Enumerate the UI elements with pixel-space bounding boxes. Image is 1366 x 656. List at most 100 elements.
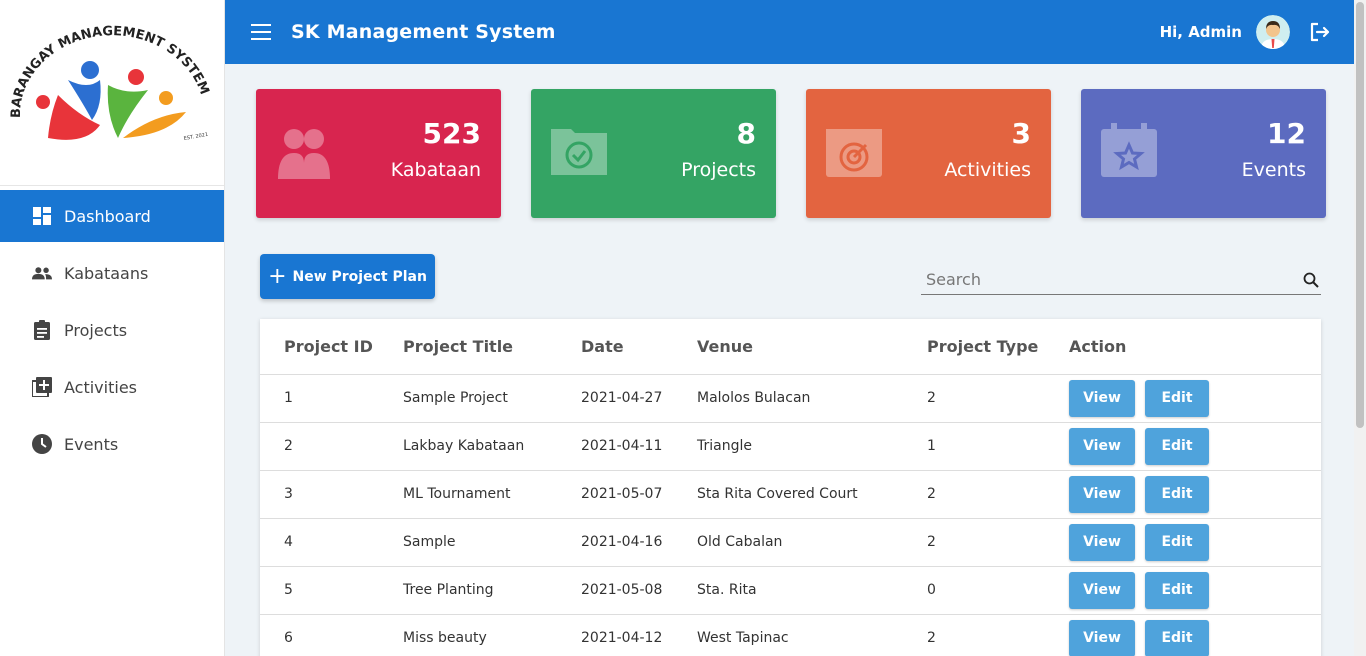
logo-subtext: EST. 2021 bbox=[183, 132, 208, 142]
cell-date: 2021-04-16 bbox=[581, 518, 697, 567]
user-greeting: Hi, Admin bbox=[1159, 23, 1242, 41]
table-row: 5 Tree Planting 2021-05-08 Sta. Rita 0 V… bbox=[260, 566, 1321, 615]
search-icon[interactable] bbox=[1303, 272, 1319, 288]
add-box-icon bbox=[32, 377, 52, 397]
edit-button[interactable]: Edit bbox=[1145, 379, 1209, 417]
card-value: 8 bbox=[736, 117, 756, 150]
cell-venue: Sta Rita Covered Court bbox=[697, 470, 927, 519]
view-button[interactable]: View bbox=[1069, 475, 1135, 513]
barangay-logo: BARANGAY MANAGEMENT SYSTEM EST. 2021 bbox=[9, 24, 212, 142]
cell-project-type: 2 bbox=[927, 470, 1069, 519]
stat-card-kabataan[interactable]: 523 Kabataan bbox=[256, 89, 501, 218]
sidebar-item-dashboard[interactable]: Dashboard bbox=[0, 190, 224, 242]
sidebar-item-projects[interactable]: Projects bbox=[0, 304, 224, 356]
stat-card-activities[interactable]: 3 Activities bbox=[806, 89, 1051, 218]
view-button[interactable]: View bbox=[1069, 571, 1135, 609]
plus-icon: + bbox=[268, 263, 287, 289]
cell-project-title: Tree Planting bbox=[403, 566, 581, 615]
new-project-plan-label: New Project Plan bbox=[292, 268, 427, 285]
sidebar: BARANGAY MANAGEMENT SYSTEM EST. 2021 Das… bbox=[0, 0, 225, 656]
cell-project-title: ML Tournament bbox=[403, 470, 581, 519]
cell-project-id: 2 bbox=[260, 422, 403, 471]
search-box bbox=[921, 264, 1321, 295]
cell-venue: Sta. Rita bbox=[697, 566, 927, 615]
cell-date: 2021-05-08 bbox=[581, 566, 697, 615]
table-row: 6 Miss beauty 2021-04-12 West Tapinac 2 … bbox=[260, 614, 1321, 656]
edit-button[interactable]: Edit bbox=[1145, 427, 1209, 465]
cell-project-type: 2 bbox=[927, 614, 1069, 656]
new-project-plan-button[interactable]: + New Project Plan bbox=[260, 254, 435, 299]
cell-venue: Old Cabalan bbox=[697, 518, 927, 567]
edit-button[interactable]: Edit bbox=[1145, 523, 1209, 561]
cell-action: View Edit bbox=[1069, 374, 1321, 423]
cell-venue: West Tapinac bbox=[697, 614, 927, 656]
edit-button[interactable]: Edit bbox=[1145, 475, 1209, 513]
cell-project-title: Lakbay Kabataan bbox=[403, 422, 581, 471]
stat-card-projects[interactable]: 8 Projects bbox=[531, 89, 776, 218]
view-button[interactable]: View bbox=[1069, 379, 1135, 417]
column-header-project-title: Project Title bbox=[403, 319, 581, 375]
table-row: 3 ML Tournament 2021-05-07 Sta Rita Cove… bbox=[260, 470, 1321, 519]
column-header-project-type: Project Type bbox=[927, 319, 1069, 375]
cell-project-title: Sample Project bbox=[403, 374, 581, 423]
logout-icon[interactable] bbox=[1308, 20, 1332, 44]
view-button[interactable]: View bbox=[1069, 523, 1135, 561]
sidebar-item-label: Projects bbox=[64, 320, 128, 340]
column-header-action: Action bbox=[1069, 319, 1321, 375]
table-row: 2 Lakbay Kabataan 2021-04-11 Triangle 1 … bbox=[260, 422, 1321, 471]
scrollbar-thumb[interactable] bbox=[1356, 2, 1364, 428]
target-calendar-icon bbox=[826, 129, 882, 177]
sidebar-item-activities[interactable]: Activities bbox=[0, 361, 224, 413]
sidebar-item-label: Events bbox=[64, 434, 119, 454]
sidebar-item-events[interactable]: Events bbox=[0, 418, 224, 470]
cell-project-id: 4 bbox=[260, 518, 403, 567]
hamburger-icon[interactable] bbox=[251, 24, 271, 40]
sidebar-item-label: Kabataans bbox=[64, 263, 149, 283]
card-label: Kabataan bbox=[390, 159, 481, 181]
cell-date: 2021-04-27 bbox=[581, 374, 697, 423]
cell-venue: Triangle bbox=[697, 422, 927, 471]
page-scrollbar[interactable] bbox=[1354, 0, 1366, 656]
card-label: Activities bbox=[944, 159, 1031, 181]
cell-venue: Malolos Bulacan bbox=[697, 374, 927, 423]
view-button[interactable]: View bbox=[1069, 427, 1135, 465]
cell-project-id: 6 bbox=[260, 614, 403, 656]
sidebar-item-kabataans[interactable]: Kabataans bbox=[0, 247, 224, 299]
table-header-row: Project ID Project Title Date Venue Proj… bbox=[260, 319, 1321, 375]
card-label: Projects bbox=[681, 159, 756, 181]
star-calendar-icon bbox=[1101, 123, 1157, 177]
sidebar-nav: Dashboard Kabataans Projects Activities … bbox=[0, 190, 224, 470]
cell-date: 2021-05-07 bbox=[581, 470, 697, 519]
stat-card-events[interactable]: 12 Events bbox=[1081, 89, 1326, 218]
table-row: 1 Sample Project 2021-04-27 Malolos Bula… bbox=[260, 374, 1321, 423]
view-button[interactable]: View bbox=[1069, 619, 1135, 656]
cell-project-title: Miss beauty bbox=[403, 614, 581, 656]
cell-project-type: 2 bbox=[927, 374, 1069, 423]
dashboard-icon bbox=[32, 206, 52, 226]
clock-icon bbox=[32, 434, 52, 454]
cell-project-type: 1 bbox=[927, 422, 1069, 471]
cell-action: View Edit bbox=[1069, 422, 1321, 471]
cell-project-type: 0 bbox=[927, 566, 1069, 615]
youth-icon bbox=[278, 129, 330, 179]
column-header-venue: Venue bbox=[697, 319, 927, 375]
cell-project-id: 1 bbox=[260, 374, 403, 423]
column-header-date: Date bbox=[581, 319, 697, 375]
avatar[interactable] bbox=[1256, 15, 1290, 49]
header-user-area: Hi, Admin bbox=[1160, 15, 1332, 49]
people-icon bbox=[32, 263, 52, 283]
edit-button[interactable]: Edit bbox=[1145, 571, 1209, 609]
edit-button[interactable]: Edit bbox=[1145, 619, 1209, 656]
search-input[interactable] bbox=[921, 264, 1281, 294]
logo-area: BARANGAY MANAGEMENT SYSTEM EST. 2021 bbox=[0, 0, 224, 186]
cell-date: 2021-04-12 bbox=[581, 614, 697, 656]
cell-action: View Edit bbox=[1069, 566, 1321, 615]
cell-action: View Edit bbox=[1069, 470, 1321, 519]
app-title: SK Management System bbox=[291, 21, 556, 43]
card-label: Events bbox=[1241, 159, 1306, 181]
cell-project-id: 3 bbox=[260, 470, 403, 519]
card-value: 3 bbox=[1011, 117, 1031, 150]
projects-table: Project ID Project Title Date Venue Proj… bbox=[260, 319, 1321, 656]
cell-project-id: 5 bbox=[260, 566, 403, 615]
card-value: 523 bbox=[422, 117, 481, 150]
